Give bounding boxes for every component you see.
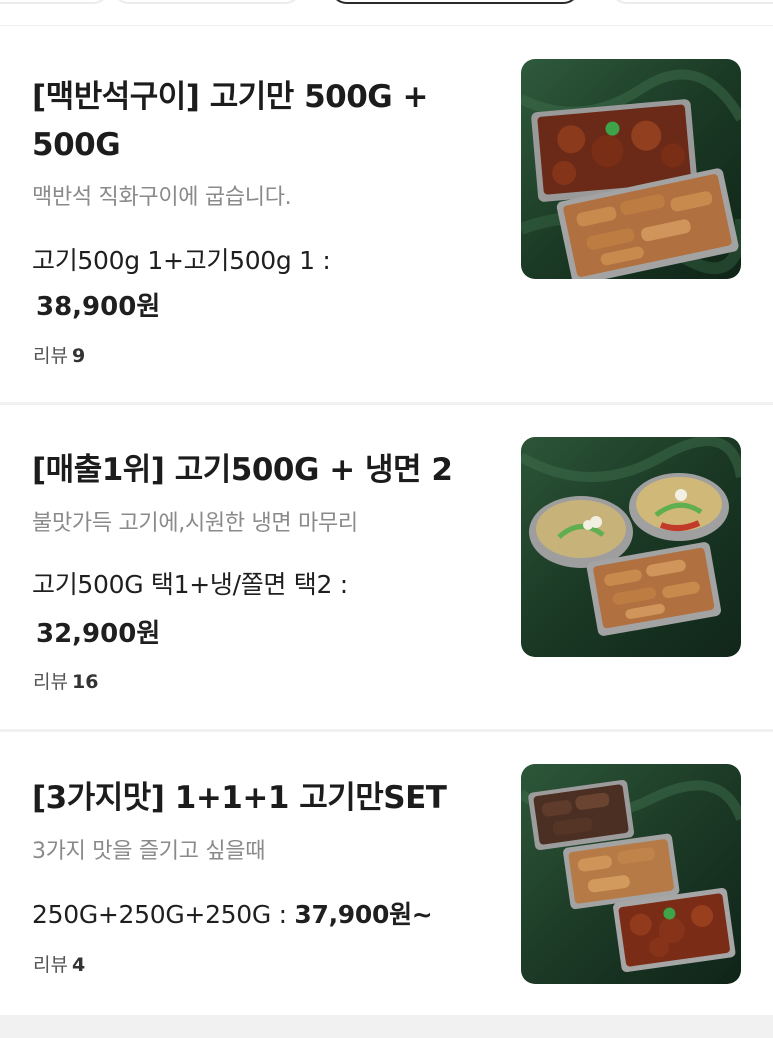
- category-tab-strip: [0, 0, 773, 26]
- menu-item-title: [맥반석구이] 고기만 500G + 500G: [32, 79, 429, 163]
- menu-item-description: 3가지 맛을 즐기고 싶을때: [32, 839, 266, 864]
- menu-list-page: [맥반석구이] 고기만 500G + 500G 맥반석 직화구이에 굽습니다. …: [0, 0, 773, 1038]
- review-count: 리뷰 4: [33, 950, 85, 977]
- review-number: 4: [71, 954, 86, 976]
- food-photo-icon[interactable]: [521, 437, 741, 657]
- category-tab[interactable]: [0, 0, 110, 4]
- category-tab-selected[interactable]: [330, 0, 580, 4]
- menu-item[interactable]: [맥반석구이] 고기만 500G + 500G 맥반석 직화구이에 굽습니다. …: [0, 26, 773, 402]
- food-photo-icon[interactable]: [521, 59, 741, 279]
- menu-item-option: 250G+250G+250G : 37,900원~: [32, 894, 502, 936]
- menu-item-option: 고기500g 1+고기500g 1 :: [32, 246, 331, 275]
- menu-item-title: [3가지맛] 1+1+1 고기만SET: [32, 780, 447, 816]
- category-tab[interactable]: [610, 0, 773, 4]
- menu-item-description: 불맛가득 고기에,시원한 냉면 마무리: [32, 511, 358, 536]
- review-label: 리뷰: [33, 954, 68, 976]
- menu-item[interactable]: [매출1위] 고기500G + 냉면 2 불맛가득 고기에,시원한 냉면 마무리…: [0, 405, 773, 729]
- food-photo-icon[interactable]: [521, 764, 741, 984]
- menu-item-price: 37,900원~: [294, 900, 433, 929]
- menu-item-description: 맥반석 직화구이에 굽습니다.: [32, 185, 292, 210]
- menu-item-price: 32,900원: [36, 619, 161, 649]
- review-label: 리뷰: [33, 345, 68, 367]
- menu-item-price: 38,900원: [36, 292, 161, 322]
- review-number: 16: [71, 671, 99, 693]
- menu-item-option: 고기500G 택1+냉/쫄면 택2 :: [32, 570, 348, 599]
- menu-item-title: [매출1위] 고기500G + 냉면 2: [32, 452, 453, 488]
- bottom-spacer: [0, 1015, 773, 1038]
- review-count: 리뷰 16: [33, 667, 98, 694]
- review-label: 리뷰: [33, 671, 68, 693]
- category-tab[interactable]: [112, 0, 302, 4]
- review-count: 리뷰 9: [33, 341, 85, 368]
- review-number: 9: [71, 345, 86, 367]
- menu-item-option-text: 250G+250G+250G :: [32, 900, 287, 929]
- menu-item[interactable]: [3가지맛] 1+1+1 고기만SET 3가지 맛을 즐기고 싶을때 250G+…: [0, 732, 773, 1015]
